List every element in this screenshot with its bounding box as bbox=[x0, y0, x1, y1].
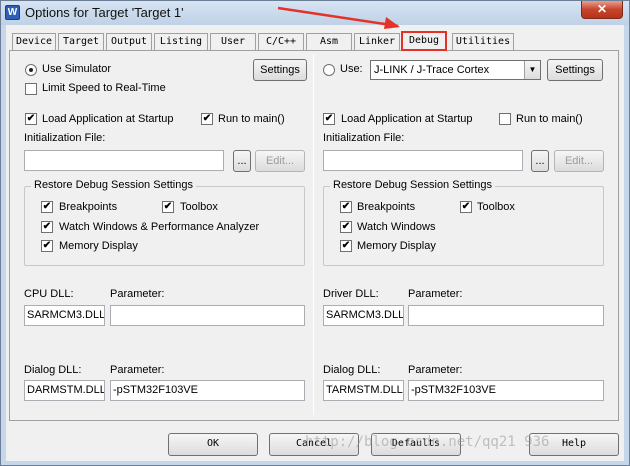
tab-user[interactable]: User bbox=[210, 33, 256, 50]
right-breakpoints-checkbox[interactable]: ✔ bbox=[340, 201, 352, 213]
tab-asm[interactable]: Asm bbox=[306, 33, 352, 50]
cpu-dll-label: CPU DLL: bbox=[24, 288, 74, 300]
driver-settings-button[interactable]: Settings bbox=[547, 59, 603, 81]
right-memory-label: Memory Display bbox=[357, 240, 436, 252]
driver-select[interactable]: J-LINK / J-Trace Cortex ▼ bbox=[370, 60, 541, 80]
left-memory-label: Memory Display bbox=[59, 240, 138, 252]
cpu-param-label: Parameter: bbox=[110, 288, 165, 300]
use-simulator-label: Use Simulator bbox=[42, 63, 112, 75]
right-load-app-checkbox[interactable]: ✔ bbox=[323, 113, 335, 125]
left-breakpoints-checkbox[interactable]: ✔ bbox=[41, 201, 53, 213]
defaults-button[interactable]: Defaults bbox=[371, 433, 461, 456]
tab-target[interactable]: Target bbox=[58, 33, 104, 50]
annotation-arrow bbox=[277, 6, 400, 29]
close-button[interactable]: ✕ bbox=[581, 1, 623, 19]
left-load-app-label: Load Application at Startup bbox=[42, 113, 174, 125]
tab-utilities[interactable]: Utilities bbox=[452, 33, 514, 50]
help-button[interactable]: Help bbox=[529, 433, 619, 456]
tab-cc[interactable]: C/C++ bbox=[258, 33, 304, 50]
use-simulator-radio[interactable] bbox=[25, 64, 37, 76]
ok-button[interactable]: OK bbox=[168, 433, 258, 456]
left-toolbox-label: Toolbox bbox=[180, 201, 218, 213]
right-dialog-dll-label: Dialog DLL: bbox=[323, 364, 381, 376]
tab-debug[interactable]: Debug bbox=[401, 31, 447, 51]
left-run-to-main-label: Run to main() bbox=[218, 113, 285, 125]
right-memory-checkbox[interactable]: ✔ bbox=[340, 240, 352, 252]
right-restore-title: Restore Debug Session Settings bbox=[330, 179, 495, 191]
left-run-to-main-checkbox[interactable]: ✔ bbox=[201, 113, 213, 125]
dialog-title: Options for Target 'Target 1' bbox=[25, 5, 184, 20]
right-browse-button[interactable]: ... bbox=[531, 150, 549, 172]
right-init-file-label: Initialization File: bbox=[323, 132, 405, 144]
left-watch-label: Watch Windows & Performance Analyzer bbox=[59, 221, 260, 233]
right-edit-button[interactable]: Edit... bbox=[554, 150, 604, 172]
left-load-app-checkbox[interactable]: ✔ bbox=[25, 113, 37, 125]
driver-dll-input[interactable]: SARMCM3.DLL bbox=[323, 305, 404, 326]
right-toolbox-checkbox[interactable]: ✔ bbox=[460, 201, 472, 213]
left-memory-checkbox[interactable]: ✔ bbox=[41, 240, 53, 252]
use-driver-label: Use: bbox=[340, 63, 363, 75]
left-dialog-dll-label: Dialog DLL: bbox=[24, 364, 82, 376]
right-watch-checkbox[interactable]: ✔ bbox=[340, 221, 352, 233]
left-edit-button[interactable]: Edit... bbox=[255, 150, 305, 172]
right-run-to-main-label: Run to main() bbox=[516, 113, 583, 125]
column-divider bbox=[313, 54, 314, 415]
right-breakpoints-label: Breakpoints bbox=[357, 201, 416, 213]
driver-param-input[interactable] bbox=[408, 305, 604, 326]
tab-output[interactable]: Output bbox=[106, 33, 152, 50]
left-dialog-dll-input[interactable]: DARMSTM.DLL bbox=[24, 380, 105, 401]
right-dialog-param-label: Parameter: bbox=[408, 364, 463, 376]
tab-listing[interactable]: Listing bbox=[154, 33, 208, 50]
left-dialog-param-label: Parameter: bbox=[110, 364, 165, 376]
right-run-to-main-checkbox[interactable] bbox=[499, 113, 511, 125]
right-dialog-param-input[interactable]: -pSTM32F103VE bbox=[408, 380, 604, 401]
driver-dll-label: Driver DLL: bbox=[323, 288, 379, 300]
right-dialog-dll-input[interactable]: TARMSTM.DLL bbox=[323, 380, 404, 401]
limit-speed-checkbox[interactable] bbox=[25, 83, 37, 95]
keil-app-icon: W bbox=[5, 5, 20, 20]
limit-speed-label: Limit Speed to Real-Time bbox=[42, 82, 166, 94]
left-dialog-param-input[interactable]: -pSTM32F103VE bbox=[110, 380, 305, 401]
cpu-param-input[interactable] bbox=[110, 305, 305, 326]
simulator-settings-button[interactable]: Settings bbox=[253, 59, 307, 81]
use-driver-radio[interactable] bbox=[323, 64, 335, 76]
right-watch-label: Watch Windows bbox=[357, 221, 436, 233]
left-toolbox-checkbox[interactable]: ✔ bbox=[162, 201, 174, 213]
left-breakpoints-label: Breakpoints bbox=[59, 201, 118, 213]
cpu-dll-input[interactable]: SARMCM3.DLL bbox=[24, 305, 105, 326]
cancel-button[interactable]: Cancel bbox=[269, 433, 359, 456]
tab-device[interactable]: Device bbox=[12, 33, 56, 50]
driver-select-value: J-LINK / J-Trace Cortex bbox=[374, 64, 490, 76]
left-browse-button[interactable]: ... bbox=[233, 150, 251, 172]
driver-param-label: Parameter: bbox=[408, 288, 463, 300]
left-restore-title: Restore Debug Session Settings bbox=[31, 179, 196, 191]
right-toolbox-label: Toolbox bbox=[477, 201, 515, 213]
left-init-file-input[interactable] bbox=[24, 150, 224, 171]
tab-linker[interactable]: Linker bbox=[354, 33, 400, 50]
left-watch-checkbox[interactable]: ✔ bbox=[41, 221, 53, 233]
chevron-down-icon[interactable]: ▼ bbox=[524, 61, 540, 79]
right-init-file-input[interactable] bbox=[323, 150, 523, 171]
right-load-app-label: Load Application at Startup bbox=[341, 113, 473, 125]
left-init-file-label: Initialization File: bbox=[24, 132, 106, 144]
